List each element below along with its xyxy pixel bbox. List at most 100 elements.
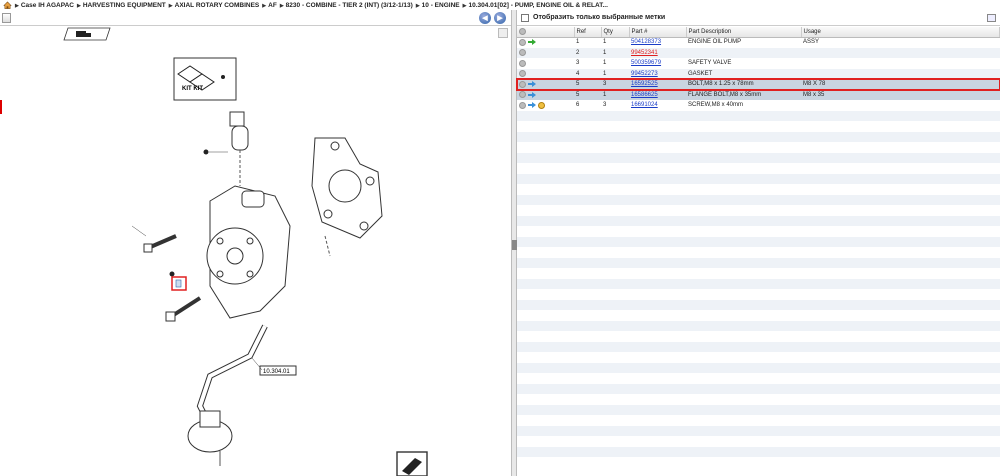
highlighted-callout[interactable] bbox=[171, 276, 187, 291]
print-icon[interactable] bbox=[2, 13, 11, 23]
empty-row bbox=[517, 226, 1000, 237]
breadcrumb-item[interactable]: 10 - ENGINE bbox=[416, 2, 460, 9]
parts-diagram: KIT KIT 10.304.01 bbox=[63, 27, 428, 476]
empty-row bbox=[517, 236, 1000, 247]
part-number-link[interactable]: 16691024 bbox=[631, 102, 658, 108]
empty-row bbox=[517, 257, 1000, 268]
cell-qty: 1 bbox=[601, 37, 629, 48]
part-number-link[interactable]: 16592525 bbox=[631, 81, 658, 87]
scroll-toggle-icon[interactable] bbox=[498, 28, 508, 38]
cell-ref: 6 bbox=[574, 100, 601, 111]
part-number-link[interactable]: 500359679 bbox=[631, 60, 661, 66]
info-icon[interactable] bbox=[538, 101, 545, 109]
diagram-panel: ◀ ▶ KIT KIT 10.304.01 bbox=[0, 10, 512, 476]
breadcrumb-item[interactable]: AXIAL ROTARY COMBINES bbox=[169, 2, 260, 9]
add-to-cart-icon[interactable] bbox=[519, 49, 526, 57]
part-number-link[interactable]: 504128373 bbox=[631, 39, 661, 45]
empty-row bbox=[517, 278, 1000, 289]
cell-part-number: 99452273 bbox=[629, 68, 686, 80]
cell-qty: 3 bbox=[601, 79, 629, 90]
prev-page-button[interactable]: ◀ bbox=[479, 12, 491, 24]
row-actions[interactable] bbox=[517, 58, 574, 69]
breadcrumb-item[interactable]: HARVESTING EQUIPMENT bbox=[77, 2, 166, 9]
safety-valve[interactable] bbox=[203, 111, 249, 186]
breadcrumb-item[interactable]: 8230 - COMBINE - TIER 2 (INT) (3/12-1/13… bbox=[280, 2, 413, 9]
svg-text:KIT KIT: KIT KIT bbox=[182, 86, 203, 92]
table-row[interactable]: 5 3 16592525 BOLT,M8 x 1.25 x 78mm M8 X 78 bbox=[516, 78, 1000, 91]
add-to-cart-icon[interactable] bbox=[519, 70, 526, 78]
substitute-arrow-icon[interactable] bbox=[528, 102, 536, 109]
empty-row bbox=[517, 152, 1000, 163]
empty-row bbox=[517, 436, 1000, 447]
empty-row bbox=[517, 194, 1000, 205]
row-actions[interactable] bbox=[517, 100, 574, 111]
cell-qty: 3 bbox=[601, 100, 629, 111]
navigate-out-icon[interactable] bbox=[396, 451, 428, 476]
cell-part-number: 500359679 bbox=[629, 58, 686, 69]
parts-list-panel: Отобразить только выбранные метки Ref Qt… bbox=[516, 10, 1000, 476]
selection-marker bbox=[0, 100, 2, 114]
cell-qty: 1 bbox=[601, 89, 629, 101]
empty-row bbox=[517, 163, 1000, 174]
filter-checkbox[interactable] bbox=[521, 13, 529, 22]
empty-row bbox=[517, 446, 1000, 457]
add-to-cart-icon[interactable] bbox=[519, 91, 526, 99]
empty-row bbox=[517, 457, 1000, 468]
part-number-link[interactable]: 99452273 bbox=[631, 71, 658, 77]
cell-ref: 5 bbox=[574, 79, 601, 90]
add-to-cart-icon[interactable] bbox=[519, 101, 526, 109]
suction-pipe[interactable]: 10.304.01 bbox=[187, 324, 297, 466]
gasket[interactable] bbox=[311, 137, 383, 257]
part-number-link[interactable]: 99452341 bbox=[631, 50, 658, 56]
table-row[interactable]: 6 3 16691024 SCREW,M8 x 40mm bbox=[517, 100, 1000, 111]
empty-row bbox=[517, 425, 1000, 436]
col-header-qty[interactable]: Qty bbox=[601, 27, 630, 38]
parts-toolbar: Отобразить только выбранные метки bbox=[517, 10, 1000, 26]
col-header-usage[interactable]: Usage bbox=[801, 27, 1000, 38]
col-header-description[interactable]: Part Description bbox=[686, 27, 802, 38]
breadcrumb-item[interactable]: 10.304.01[02] - PUMP, ENGINE OIL & RELAT… bbox=[463, 2, 608, 9]
row-actions[interactable] bbox=[517, 47, 574, 59]
home-icon[interactable] bbox=[3, 1, 12, 9]
table-row[interactable]: 5 1 16586625 FLANGE BOLT,M8 x 35mm M8 x 35 bbox=[517, 89, 1000, 101]
bolt-ref-5[interactable] bbox=[131, 225, 177, 253]
empty-row bbox=[517, 415, 1000, 426]
table-row[interactable]: 1 1 504128373 ENGINE OIL PUMP ASSY bbox=[517, 37, 1000, 48]
row-actions[interactable] bbox=[517, 37, 574, 48]
cell-part-number: 504128373 bbox=[629, 37, 686, 48]
cell-part-number: 16592525 bbox=[629, 79, 686, 90]
engine-oil-pump[interactable] bbox=[206, 185, 291, 319]
cell-description: BOLT,M8 x 1.25 x 78mm bbox=[686, 79, 801, 90]
ref-box-label: 10.304.01 bbox=[263, 369, 290, 375]
add-to-cart-icon[interactable] bbox=[519, 80, 526, 88]
col-header-select[interactable] bbox=[517, 27, 575, 38]
row-actions[interactable] bbox=[517, 79, 574, 90]
col-header-ref[interactable]: Ref bbox=[574, 27, 602, 38]
substitute-arrow-icon[interactable] bbox=[528, 91, 536, 98]
col-header-part[interactable]: Part # bbox=[629, 27, 687, 38]
diagram-toolbar: ◀ ▶ bbox=[0, 10, 511, 26]
add-to-cart-icon[interactable] bbox=[519, 59, 526, 67]
substitute-arrow-icon[interactable] bbox=[528, 81, 536, 88]
go-to-assembly-icon[interactable] bbox=[528, 39, 536, 46]
table-row[interactable]: 3 1 500359679 SAFETY VALVE bbox=[517, 58, 1000, 69]
export-icon[interactable] bbox=[987, 14, 996, 22]
add-to-cart-icon[interactable] bbox=[519, 38, 526, 46]
cell-description: SCREW,M8 x 40mm bbox=[686, 100, 801, 111]
empty-row bbox=[517, 184, 1000, 195]
table-row[interactable]: 4 1 99452273 GASKET bbox=[517, 68, 1000, 80]
kit-icon[interactable]: KIT KIT bbox=[173, 57, 237, 101]
row-actions[interactable] bbox=[517, 68, 574, 80]
table-row[interactable]: 2 1 99452341 bbox=[517, 47, 1000, 59]
cell-description bbox=[686, 47, 801, 59]
part-number-link[interactable]: 16586625 bbox=[631, 92, 658, 98]
empty-row bbox=[517, 341, 1000, 352]
empty-row bbox=[517, 131, 1000, 142]
next-page-button[interactable]: ▶ bbox=[494, 12, 506, 24]
flange-bolt[interactable] bbox=[165, 271, 202, 322]
cell-usage: M8 X 78 bbox=[801, 79, 1000, 90]
breadcrumb-item[interactable]: Case IH AGAPAC bbox=[15, 2, 74, 9]
cell-ref: 3 bbox=[574, 58, 601, 69]
breadcrumb-item[interactable]: AF bbox=[262, 2, 277, 9]
row-actions[interactable] bbox=[517, 89, 574, 101]
